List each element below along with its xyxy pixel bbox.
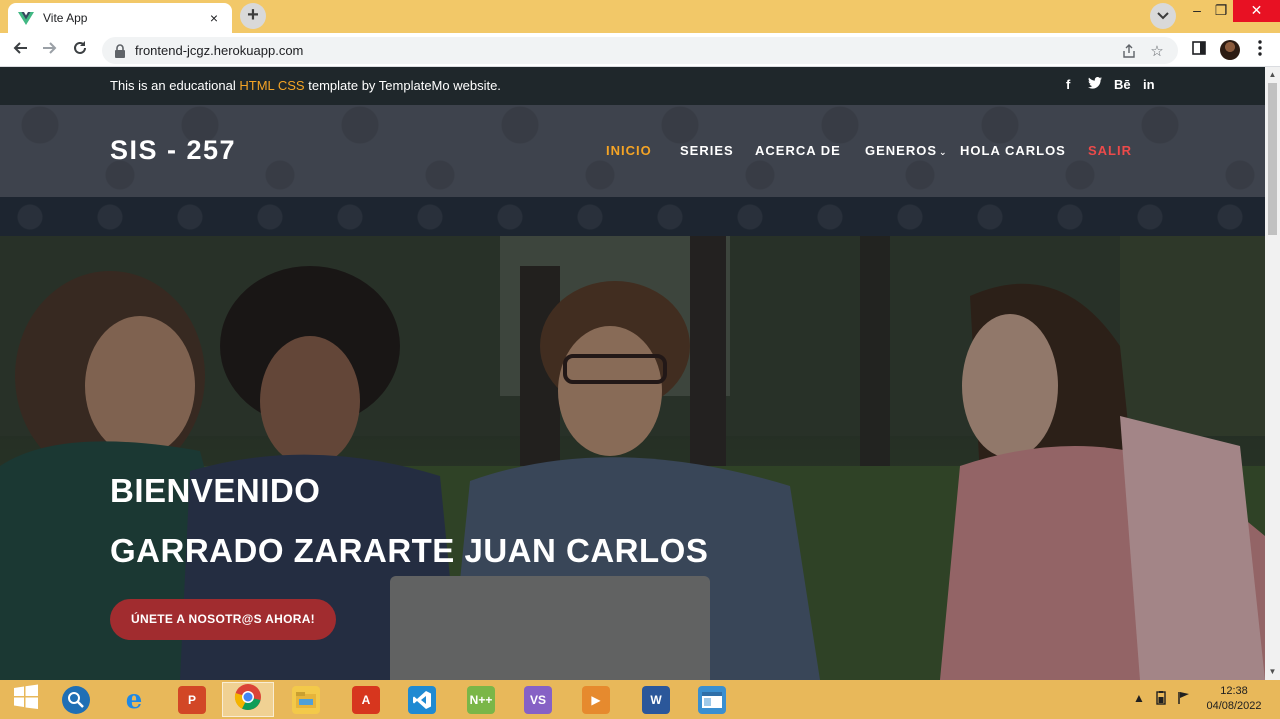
page-scrollbar[interactable]: ▲ ▼ (1265, 67, 1280, 680)
avatar (1220, 40, 1240, 60)
chevron-down-icon: ⌄ (939, 147, 948, 157)
powerpoint-icon: P (178, 685, 206, 714)
pattern-band (0, 197, 1265, 236)
nav-item-generos-label: GENEROS (865, 143, 938, 158)
search-magnifier-icon (62, 685, 90, 714)
taskbar-explorer-app[interactable] (280, 682, 332, 717)
hero-title-name: GARRADO ZARARTE JUAN CARLOS (110, 532, 709, 569)
taskbar-powerpoint-app[interactable]: P (166, 682, 218, 717)
scroll-down-icon[interactable]: ▼ (1268, 667, 1277, 677)
sub-header: This is an educational HTML CSS template… (0, 67, 1265, 105)
new-tab-button[interactable]: + (240, 3, 266, 29)
clock-date: 04/08/2022 (1206, 700, 1262, 712)
reload-button[interactable] (69, 39, 91, 61)
taskbar-acrobat-app[interactable]: A (340, 682, 392, 717)
web-page: This is an educational HTML CSS template… (0, 67, 1265, 680)
url-text: frontend-jcgz.herokuapp.com (135, 43, 304, 58)
battery-power-icon[interactable] (1153, 691, 1169, 708)
nav-item-acerca-de[interactable]: ACERCA DE (755, 143, 841, 158)
tab-search-button[interactable] (1150, 3, 1176, 29)
vue-logo-icon (18, 10, 34, 26)
side-panel-button[interactable] (1188, 39, 1210, 61)
taskbar-media-player-app[interactable]: ▶ (570, 682, 622, 717)
taskbar-ie-app[interactable]: e (108, 682, 160, 717)
main-header: SIS - 257 INICIO SERIES ACERCA DE GENERO… (0, 105, 1265, 197)
scroll-up-icon[interactable]: ▲ (1268, 70, 1277, 80)
nav-item-hola-carlos[interactable]: HOLA CARLOS (960, 143, 1066, 158)
address-bar[interactable]: frontend-jcgz.herokuapp.com ☆ (102, 37, 1178, 64)
reload-icon (72, 40, 88, 61)
taskbar-vscode-app[interactable] (396, 682, 448, 717)
nav-item-series[interactable]: SERIES (680, 143, 734, 158)
vscode-icon (408, 685, 436, 714)
restore-button[interactable]: ❐ (1206, 0, 1236, 22)
side-panel-icon (1192, 40, 1206, 60)
file-explorer-icon (292, 685, 320, 714)
tray-overflow-icon[interactable]: ▲ (1133, 691, 1145, 705)
nav-item-generos[interactable]: GENEROS ⌄ (865, 143, 948, 158)
chevron-down-icon (1157, 7, 1169, 25)
share-icon[interactable] (1120, 42, 1138, 60)
bookmark-star-icon[interactable]: ☆ (1148, 42, 1166, 60)
sub-header-text-end: template by TemplateMo website. (304, 78, 501, 93)
taskbar-notepadpp-app[interactable]: N++ (455, 682, 507, 717)
hero-section: BIENVENIDO GARRADO ZARARTE JUAN CARLOS Ú… (0, 236, 1265, 680)
windows-start-icon (13, 684, 39, 715)
browser-tab-bar: Vite App × + – ❐ ✕ (0, 0, 1280, 33)
lock-icon (114, 43, 126, 58)
system-clock[interactable]: 12:38 04/08/2022 (1198, 684, 1270, 714)
behance-icon[interactable]: Bē (1114, 77, 1131, 92)
sub-header-text-start: This is an educational (110, 78, 240, 93)
browser-toolbar: frontend-jcgz.herokuapp.com ☆ (0, 33, 1280, 67)
media-player-icon: ▶ (582, 685, 610, 714)
window-app-icon (698, 685, 726, 714)
nav-item-salir[interactable]: SALIR (1088, 143, 1132, 158)
tab-title: Vite App (43, 11, 88, 25)
twitter-icon[interactable] (1088, 77, 1102, 92)
start-button[interactable] (0, 682, 52, 717)
scrollbar-thumb[interactable] (1268, 83, 1277, 235)
hero-title-welcome: BIENVENIDO (110, 472, 321, 509)
taskbar-chrome-app[interactable] (222, 682, 274, 717)
word-icon: W (642, 685, 670, 714)
site-logo[interactable]: SIS - 257 (110, 135, 236, 166)
facebook-icon[interactable]: f (1066, 77, 1070, 92)
kebab-menu-icon (1258, 39, 1262, 61)
arrow-left-icon (12, 40, 28, 61)
nav-item-inicio[interactable]: INICIO (606, 143, 652, 158)
forward-button[interactable] (39, 39, 61, 61)
join-us-button[interactable]: ÚNETE A NOSOTR@S AHORA! (110, 599, 336, 640)
browser-tab[interactable]: Vite App × (8, 3, 232, 33)
visual-studio-icon: VS (524, 685, 552, 714)
taskbar-word-app[interactable]: W (630, 682, 682, 717)
tab-close-icon[interactable]: × (206, 10, 222, 26)
close-window-button[interactable]: ✕ (1233, 0, 1280, 22)
arrow-right-icon (42, 40, 58, 61)
acrobat-icon: A (352, 685, 380, 714)
windows-taskbar: e P A N++ VS ▶ W ▲ 12:38 04/08/2022 (0, 680, 1280, 719)
taskbar-search-app[interactable] (50, 682, 102, 717)
back-button[interactable] (9, 39, 31, 61)
profile-button[interactable] (1219, 39, 1241, 61)
linkedin-icon[interactable]: in (1143, 77, 1155, 92)
taskbar-visual-studio-app[interactable]: VS (512, 682, 564, 717)
chrome-icon (234, 683, 262, 716)
internet-explorer-icon: e (125, 684, 143, 715)
notepadpp-icon: N++ (467, 685, 495, 714)
html-css-link[interactable]: HTML CSS (239, 78, 304, 93)
sub-header-text: This is an educational HTML CSS template… (110, 78, 501, 93)
chrome-menu-button[interactable] (1249, 39, 1271, 61)
taskbar-window-app[interactable] (686, 682, 738, 717)
action-center-flag-icon[interactable] (1177, 691, 1191, 708)
clock-time: 12:38 (1220, 685, 1248, 697)
